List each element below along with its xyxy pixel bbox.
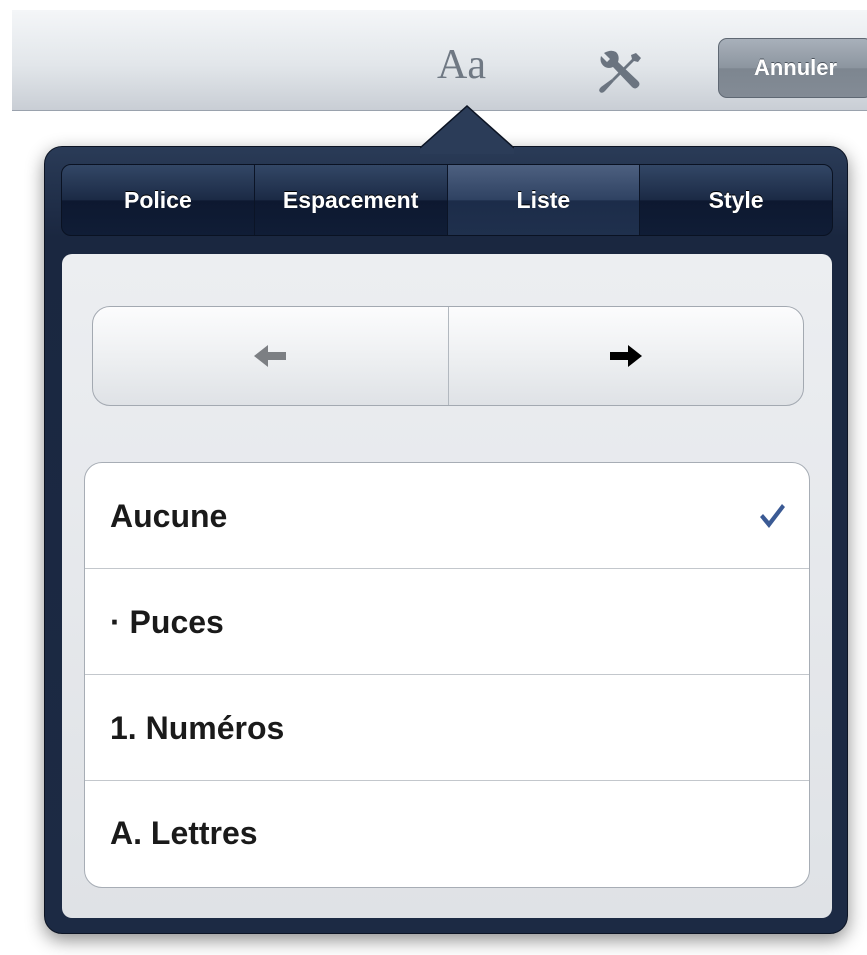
- list-item-puces[interactable]: · Puces: [85, 569, 809, 675]
- wrench-screwdriver-icon: [599, 50, 641, 93]
- list-style-options: Aucune · Puces 1. Numéros A. Lettres: [84, 462, 810, 888]
- list-item-numeros[interactable]: 1. Numéros: [85, 675, 809, 781]
- list-item-aucune[interactable]: Aucune: [85, 463, 809, 569]
- tab-police[interactable]: Police: [62, 165, 255, 235]
- list-panel: Aucune · Puces 1. Numéros A. Lettres: [62, 254, 832, 918]
- arrow-right-icon: [609, 345, 642, 367]
- cancel-button[interactable]: Annuler: [718, 38, 867, 98]
- popover-arrow: [420, 104, 514, 154]
- top-toolbar: Aa Annuler: [12, 10, 867, 111]
- list-item-label: · Puces: [110, 604, 224, 640]
- list-item-label: 1. Numéros: [110, 710, 285, 746]
- format-popover: Police Espacement Liste Style Aucune · P…: [44, 146, 848, 934]
- tab-liste[interactable]: Liste: [447, 165, 641, 235]
- format-tab-bar: Police Espacement Liste Style: [61, 164, 833, 236]
- tab-espacement[interactable]: Espacement: [255, 165, 448, 235]
- decrease-indent-button[interactable]: [93, 307, 449, 405]
- indent-control: [92, 306, 804, 406]
- list-item-label: A. Lettres: [110, 815, 258, 851]
- checkmark-icon: [760, 504, 785, 528]
- increase-indent-button[interactable]: [449, 307, 804, 405]
- list-item-lettres[interactable]: A. Lettres: [85, 781, 809, 885]
- format-button[interactable]: Aa: [437, 44, 486, 86]
- tab-style[interactable]: Style: [640, 165, 832, 235]
- arrow-left-icon: [254, 345, 287, 367]
- tools-button[interactable]: [594, 47, 646, 99]
- list-item-label: Aucune: [110, 498, 228, 534]
